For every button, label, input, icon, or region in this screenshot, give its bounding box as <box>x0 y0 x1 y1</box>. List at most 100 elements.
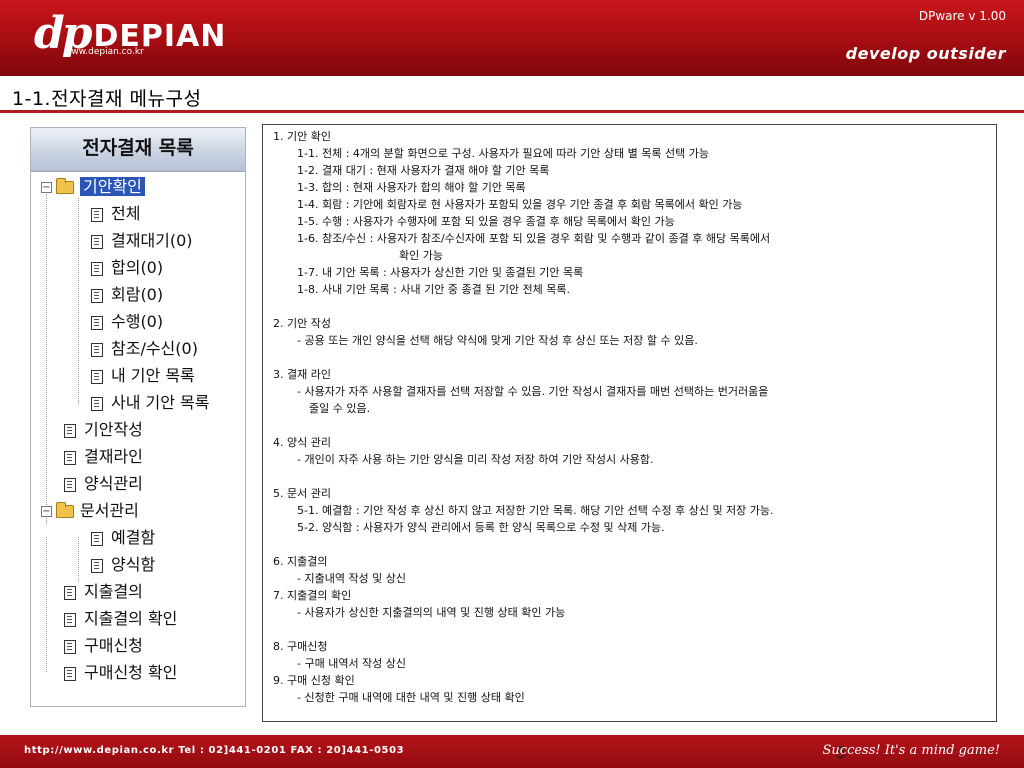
header-banner: dp DEPIAN www.depian.co.kr DPware v 1.00 … <box>0 0 1024 76</box>
section-line: - 개인이 자주 사용 하는 기안 양식을 미리 작성 저장 하여 기안 작성시… <box>297 453 654 466</box>
menu-item-purchase-check[interactable]: 구매신청 확인 <box>64 661 177 685</box>
menu-item-my-drafts[interactable]: 내 기안 목록 <box>91 364 195 388</box>
folder-open-icon <box>56 502 74 518</box>
section-line: 1-4. 회람 : 기안에 회람자로 현 사용자가 포함되 있을 경우 기안 종… <box>297 198 743 211</box>
section-title: 9. 구매 신청 확인 <box>273 674 355 687</box>
menu-item-label: 사내 기안 목록 <box>111 393 210 412</box>
menu-item-write-draft[interactable]: 기안작성 <box>64 418 143 442</box>
menu-item-label: 기안확인 <box>80 177 145 196</box>
menu-item-expense-check[interactable]: 지출결의 확인 <box>64 607 177 631</box>
title-divider <box>0 110 1024 113</box>
section-write-draft: 2. 기안 작성 - 공용 또는 개인 양식을 선택 해당 약식에 맞게 기안 … <box>273 315 996 349</box>
section-approval-line: 3. 결재 라인 - 사용자가 자주 사용할 결재자를 선택 저장할 수 있음.… <box>273 366 996 417</box>
menu-item-label: 참조/수신(0) <box>111 339 198 358</box>
menu-item-label: 문서관리 <box>80 501 139 520</box>
section-line: - 사용자가 자주 사용할 결재자를 선택 저장할 수 있음. 기안 작성시 결… <box>297 385 769 398</box>
document-icon <box>64 423 76 438</box>
menu-item-circulation[interactable]: 회람(0) <box>91 283 163 307</box>
logo-url: www.depian.co.kr <box>64 47 144 57</box>
footer-slogan: Success! It's a mind game! <box>822 743 1000 758</box>
menu-item-document-management[interactable]: − 문서관리 <box>41 499 139 523</box>
document-icon <box>91 396 103 411</box>
section-title: 4. 양식 관리 <box>273 436 331 449</box>
menu-title: 전자결재 목록 <box>31 128 245 172</box>
section-title: 5. 문서 관리 <box>273 487 331 500</box>
document-icon <box>64 477 76 492</box>
tree-line <box>78 198 79 405</box>
document-icon <box>91 207 103 222</box>
menu-item-label: 지출결의 <box>84 582 143 601</box>
collapse-icon[interactable]: − <box>41 182 52 193</box>
menu-item-label: 기안작성 <box>84 420 143 439</box>
section-line: 1-5. 수행 : 사용자가 수행자에 포함 되 있을 경우 종결 후 해당 목… <box>297 215 675 228</box>
section-title: 3. 결재 라인 <box>273 368 331 381</box>
section-draft-check: 1. 기안 확인 1-1. 전체 : 4개의 분할 화면으로 구성. 사용자가 … <box>273 128 996 298</box>
section-expense-check: 7. 지출결의 확인 - 사용자가 상신한 지출결의의 내역 및 진행 상태 확… <box>273 587 996 621</box>
menu-item-label: 예결함 <box>111 528 156 547</box>
section-title: 7. 지출결의 확인 <box>273 589 352 602</box>
menu-item-reference-receive[interactable]: 참조/수신(0) <box>91 337 198 361</box>
menu-item-agreement[interactable]: 합의(0) <box>91 256 163 280</box>
section-line: 5-2. 양식함 : 사용자가 양식 관리에서 등록 한 양식 목록으로 수정 … <box>297 521 665 534</box>
page-title: 1-1.전자결재 메뉴구성 <box>12 88 202 110</box>
document-icon <box>91 288 103 303</box>
menu-item-label: 구매신청 확인 <box>84 663 178 682</box>
section-line: 1-2. 결재 대기 : 현재 사용자가 결재 해야 할 기안 목록 <box>297 164 550 177</box>
section-line: - 신청한 구매 내역에 대한 내역 및 진행 상태 확인 <box>297 691 525 704</box>
document-icon <box>91 558 103 573</box>
section-document-management: 5. 문서 관리 5-1. 예결함 : 기안 작성 후 상신 하지 않고 저장한… <box>273 485 996 536</box>
document-icon <box>64 585 76 600</box>
tree-line <box>78 537 79 582</box>
document-icon <box>91 342 103 357</box>
menu-item-pending-approval[interactable]: 결재대기(0) <box>91 229 193 253</box>
menu-item-purchase-request[interactable]: 구매신청 <box>64 634 143 658</box>
collapse-icon[interactable]: − <box>41 506 52 517</box>
section-line: 1-7. 내 기안 목록 : 사용자가 상신한 기안 및 종결된 기안 목록 <box>297 266 584 279</box>
menu-item-label: 결재라인 <box>84 447 143 466</box>
section-line: 1-8. 사내 기안 목록 : 사내 기안 중 종결 된 기안 전체 목록. <box>297 283 571 296</box>
section-purchase-request: 8. 구매신청 - 구매 내역서 작성 상신 <box>273 638 996 672</box>
menu-item-draft-check[interactable]: − 기안확인 <box>41 175 145 199</box>
section-line: 1-1. 전체 : 4개의 분할 화면으로 구성. 사용자가 필요에 따라 기안… <box>297 147 709 160</box>
menu-item-expense[interactable]: 지출결의 <box>64 580 143 604</box>
document-icon <box>64 612 76 627</box>
footer-bar: http://www.depian.co.kr Tel : 02]441-020… <box>0 735 1024 768</box>
document-icon <box>91 234 103 249</box>
document-icon <box>91 315 103 330</box>
menu-item-label: 구매신청 <box>84 636 143 655</box>
menu-item-label: 수행(0) <box>111 312 164 331</box>
menu-item-label: 회람(0) <box>111 285 164 304</box>
menu-item-label: 합의(0) <box>111 258 164 277</box>
approval-menu-panel: 전자결재 목록 − 기안확인 전체 결재대기(0) 합의(0) 회람(0) 수행(… <box>30 127 246 707</box>
tree-line <box>46 192 47 525</box>
menu-item-approval-line[interactable]: 결재라인 <box>64 445 143 469</box>
footer-contact-info: http://www.depian.co.kr Tel : 02]441-020… <box>24 745 405 756</box>
section-line: 5-1. 예결함 : 기안 작성 후 상신 하지 않고 저장한 기안 목록. 해… <box>297 504 774 517</box>
menu-item-form-management[interactable]: 양식관리 <box>64 472 143 496</box>
menu-item-all[interactable]: 전체 <box>91 202 140 226</box>
document-icon <box>91 369 103 384</box>
menu-item-label: 전체 <box>111 204 141 223</box>
menu-item-company-drafts[interactable]: 사내 기안 목록 <box>91 391 210 415</box>
menu-item-label: 지출결의 확인 <box>84 609 178 628</box>
document-icon <box>64 666 76 681</box>
section-line: 확인 가능 <box>399 249 443 262</box>
section-title: 2. 기안 작성 <box>273 317 331 330</box>
menu-item-saved-drafts[interactable]: 예결함 <box>91 526 155 550</box>
menu-item-label: 양식함 <box>111 555 156 574</box>
section-line: 1-6. 참조/수신 : 사용자가 참조/수신자에 포함 되 있을 경우 회람 … <box>297 232 771 245</box>
version-label: DPware v 1.00 <box>918 9 1006 23</box>
section-title: 6. 지출결의 <box>273 555 328 568</box>
tree-line <box>46 537 47 672</box>
section-line: - 사용자가 상신한 지출결의의 내역 및 진행 상태 확인 가능 <box>297 606 566 619</box>
tagline: develop outsider <box>845 44 1006 63</box>
menu-description-box: 1. 기안 확인 1-1. 전체 : 4개의 분할 화면으로 구성. 사용자가 … <box>262 124 997 722</box>
menu-item-form-box[interactable]: 양식함 <box>91 553 155 577</box>
menu-item-label: 양식관리 <box>84 474 143 493</box>
menu-item-execution[interactable]: 수행(0) <box>91 310 163 334</box>
document-icon <box>64 450 76 465</box>
section-line: 1-3. 합의 : 현재 사용자가 합의 해야 할 기안 목록 <box>297 181 526 194</box>
document-icon <box>64 639 76 654</box>
section-line: - 공용 또는 개인 양식을 선택 해당 약식에 맞게 기안 작성 후 상신 또… <box>297 334 698 347</box>
folder-open-icon <box>56 178 74 194</box>
